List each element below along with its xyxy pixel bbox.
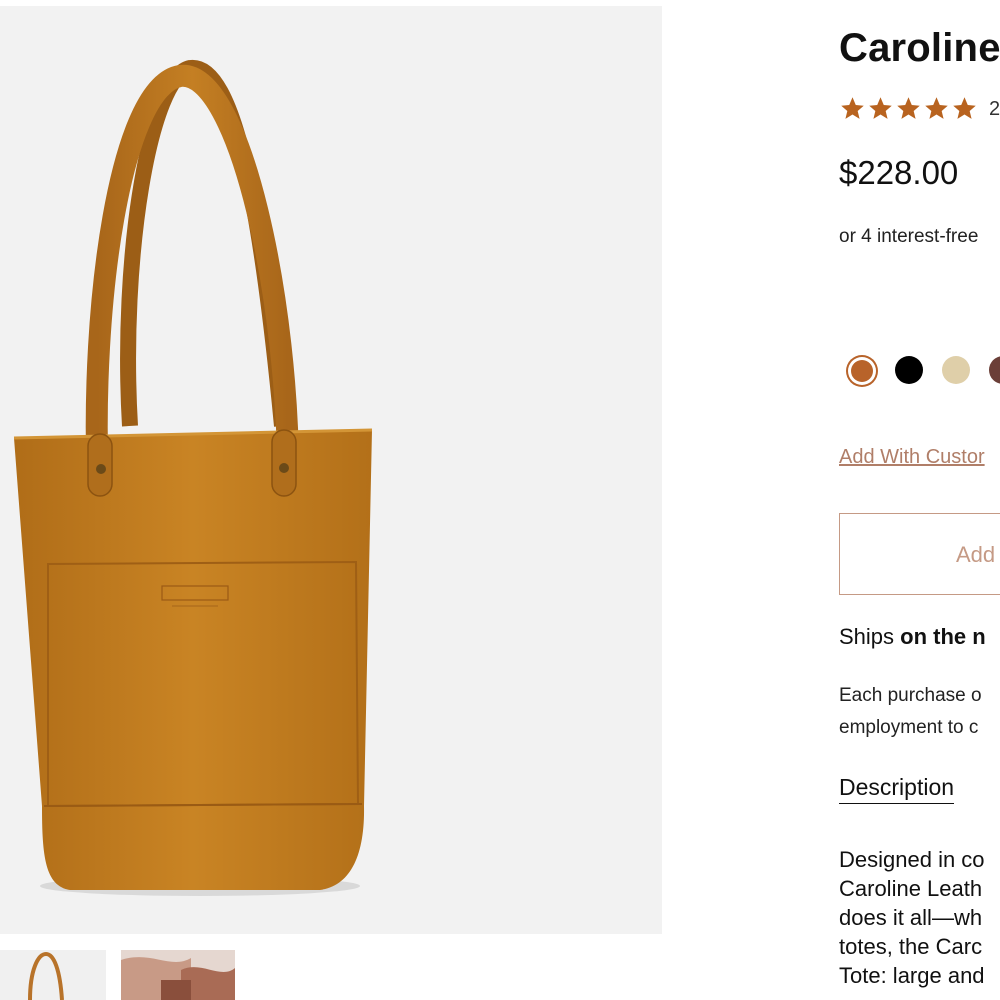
star-icon xyxy=(953,97,976,119)
color-swatch-cognac[interactable] xyxy=(851,360,873,382)
product-price: $228.00 xyxy=(839,154,959,191)
add-to-cart-button[interactable]: Add xyxy=(839,513,1000,595)
purchase-line: Each purchase o xyxy=(839,685,982,706)
description-line: Caroline Leath xyxy=(839,876,983,901)
tote-thumbnail-image xyxy=(28,951,64,1000)
purchase-line: employment to c xyxy=(839,717,979,738)
star-icon xyxy=(869,97,892,119)
star-icon xyxy=(925,97,948,119)
star-icon xyxy=(897,97,920,119)
color-swatch-brown[interactable] xyxy=(989,356,1000,384)
thumbnail-tote[interactable] xyxy=(0,950,106,1000)
installments-text: or 4 interest-free xyxy=(839,226,979,247)
shipping-info: Ships on the n xyxy=(839,624,986,650)
purchase-impact-text: Each purchase o employment to c xyxy=(839,680,982,744)
product-title: Caroline xyxy=(839,26,1000,70)
description-line: Tote: large and xyxy=(839,963,985,988)
tab-description[interactable]: Description xyxy=(839,774,955,804)
product-info-panel: Caroline 2 $228.00 or 4 interest-free Ad… xyxy=(839,0,1000,1000)
tote-bag-image xyxy=(13,59,373,896)
thumbnail-hands[interactable] xyxy=(121,950,235,1000)
review-count[interactable]: 2 xyxy=(989,98,1000,121)
add-customization-link[interactable]: Add With Custor xyxy=(839,446,985,469)
description-line: does it all—wh xyxy=(839,905,983,930)
description-line: totes, the Carc xyxy=(839,934,983,959)
rating-stars[interactable] xyxy=(839,95,978,122)
color-swatch-black[interactable] xyxy=(895,356,923,384)
description-body: Designed in co Caroline Leath does it al… xyxy=(839,845,985,990)
hands-thumbnail-image xyxy=(121,950,235,1000)
star-icon xyxy=(841,97,864,119)
add-to-cart-label: Add xyxy=(956,542,996,567)
product-main-image[interactable] xyxy=(0,6,662,934)
shipping-prefix: Ships xyxy=(839,624,901,649)
color-swatch-cream[interactable] xyxy=(942,356,970,384)
description-line: Designed in co xyxy=(839,847,985,872)
shipping-date: on the n xyxy=(900,624,986,649)
